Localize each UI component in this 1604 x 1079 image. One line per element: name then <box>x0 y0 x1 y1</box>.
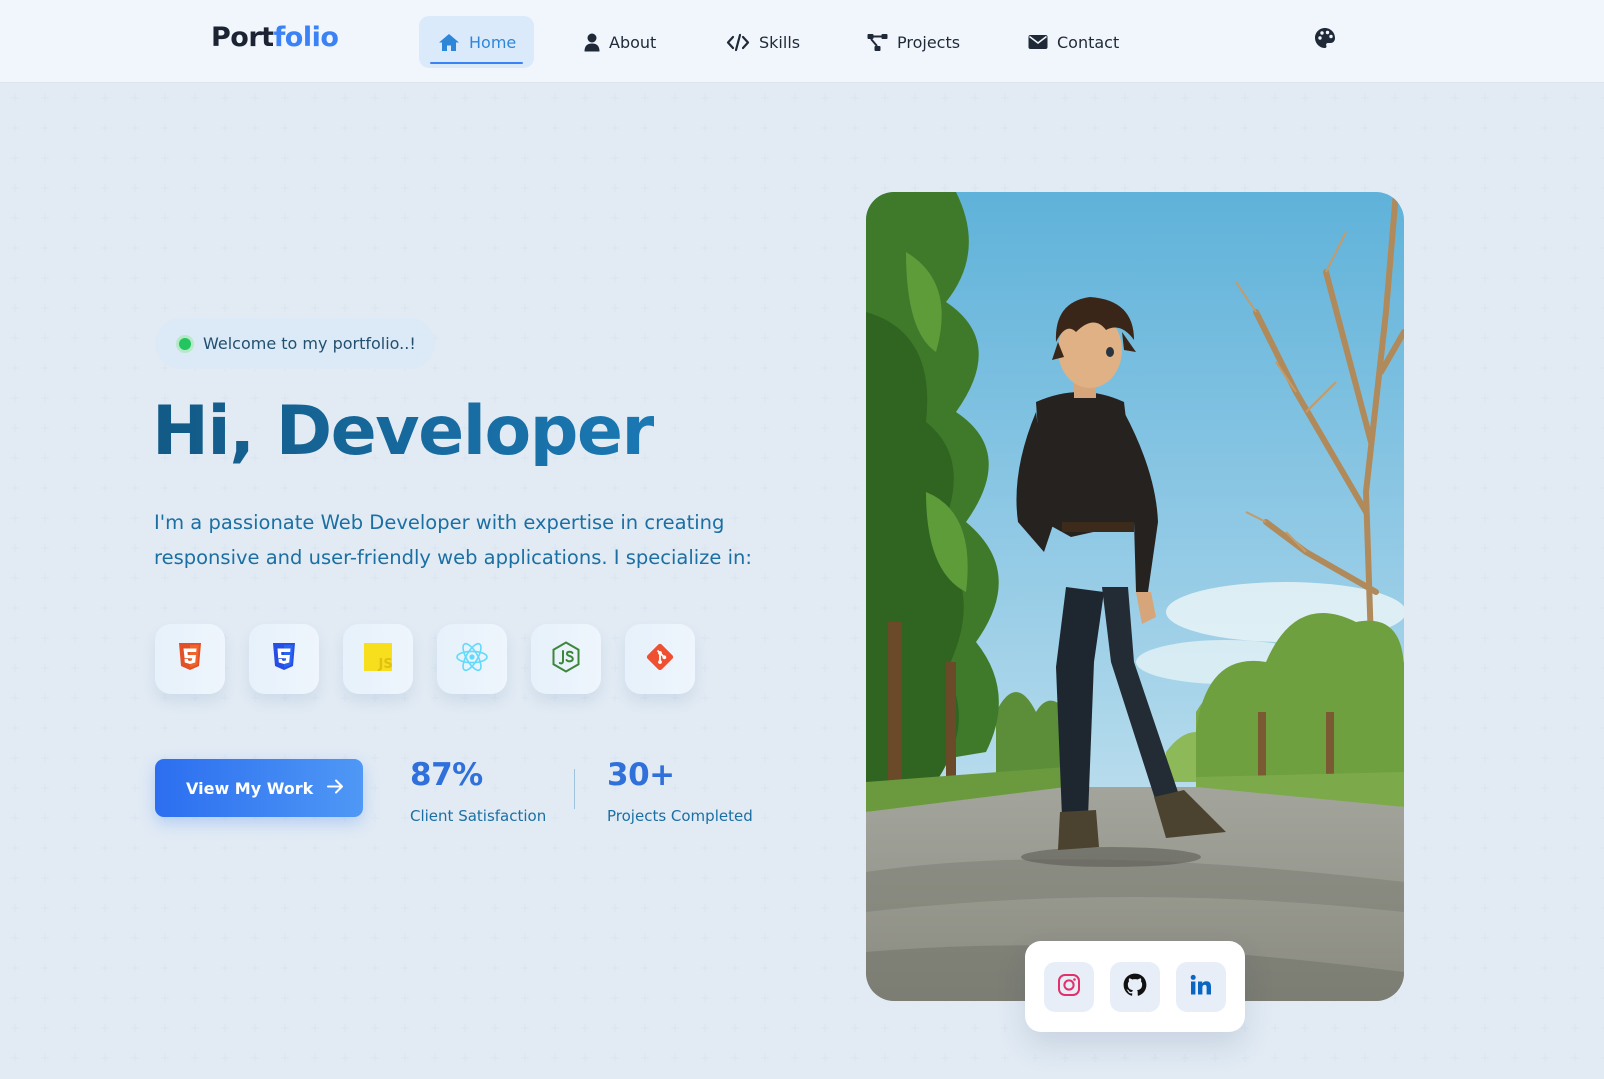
tech-stack: JS <box>155 624 695 694</box>
social-links-card <box>1025 941 1245 1032</box>
nodejs-icon <box>551 641 581 677</box>
tech-html5[interactable] <box>155 624 225 694</box>
instagram-icon <box>1057 973 1081 1001</box>
welcome-text: Welcome to my portfolio..! <box>203 334 416 353</box>
tech-css3[interactable] <box>249 624 319 694</box>
linkedin-button[interactable] <box>1176 961 1226 1012</box>
nav-projects[interactable]: Projects <box>848 16 979 68</box>
code-icon <box>726 33 750 52</box>
tech-javascript[interactable]: JS <box>343 624 413 694</box>
svg-text:JS: JS <box>378 657 393 671</box>
instagram-button[interactable] <box>1044 961 1094 1012</box>
nav-skills[interactable]: Skills <box>707 16 819 68</box>
html5-icon <box>178 643 202 675</box>
hero-title: Hi, Developer <box>152 392 655 471</box>
status-dot <box>179 337 191 350</box>
logo-main: Port <box>211 22 274 53</box>
react-icon <box>455 642 489 676</box>
github-button[interactable] <box>1110 961 1160 1012</box>
palette-icon <box>1314 27 1336 53</box>
profile-illustration <box>866 192 1404 1001</box>
logo[interactable]: Portfolio <box>211 22 339 53</box>
navbar: Portfolio Home About Skills Projects Con… <box>0 0 1604 83</box>
theme-toggle-button[interactable] <box>1312 27 1338 53</box>
stat-satisfaction-value: 87% <box>410 757 483 793</box>
stat-satisfaction-label: Client Satisfaction <box>410 807 547 825</box>
nav-projects-label: Projects <box>897 32 961 52</box>
linkedin-icon <box>1189 973 1213 1001</box>
nav-home[interactable]: Home <box>419 16 534 68</box>
logo-accent: folio <box>273 22 339 53</box>
project-diagram-icon <box>867 33 888 52</box>
stat-projects-value: 30+ <box>607 757 675 793</box>
tech-git[interactable] <box>625 624 695 694</box>
home-icon <box>438 33 460 52</box>
nav-about-label: About <box>609 32 657 52</box>
tech-nodejs[interactable] <box>531 624 601 694</box>
hero-description: I'm a passionate Web Developer with expe… <box>154 511 752 569</box>
welcome-badge: Welcome to my portfolio..! <box>155 318 435 369</box>
envelope-icon <box>1028 34 1048 50</box>
stat-divider <box>574 769 575 809</box>
css3-icon <box>272 643 296 675</box>
tech-react[interactable] <box>437 624 507 694</box>
nav-home-label: Home <box>469 32 517 52</box>
view-my-work-button[interactable]: View My Work <box>155 759 363 817</box>
github-icon <box>1122 972 1148 1002</box>
cta-label: View My Work <box>186 778 314 798</box>
nav-about[interactable]: About <box>565 16 675 68</box>
arrow-right-icon <box>327 779 344 798</box>
nav-skills-label: Skills <box>759 32 801 52</box>
nav-contact[interactable]: Contact <box>1009 16 1138 68</box>
git-icon <box>645 642 675 676</box>
stat-projects-label: Projects Completed <box>607 807 753 825</box>
js-icon: JS <box>364 643 393 675</box>
user-icon <box>584 33 600 52</box>
nav-contact-label: Contact <box>1057 32 1120 52</box>
